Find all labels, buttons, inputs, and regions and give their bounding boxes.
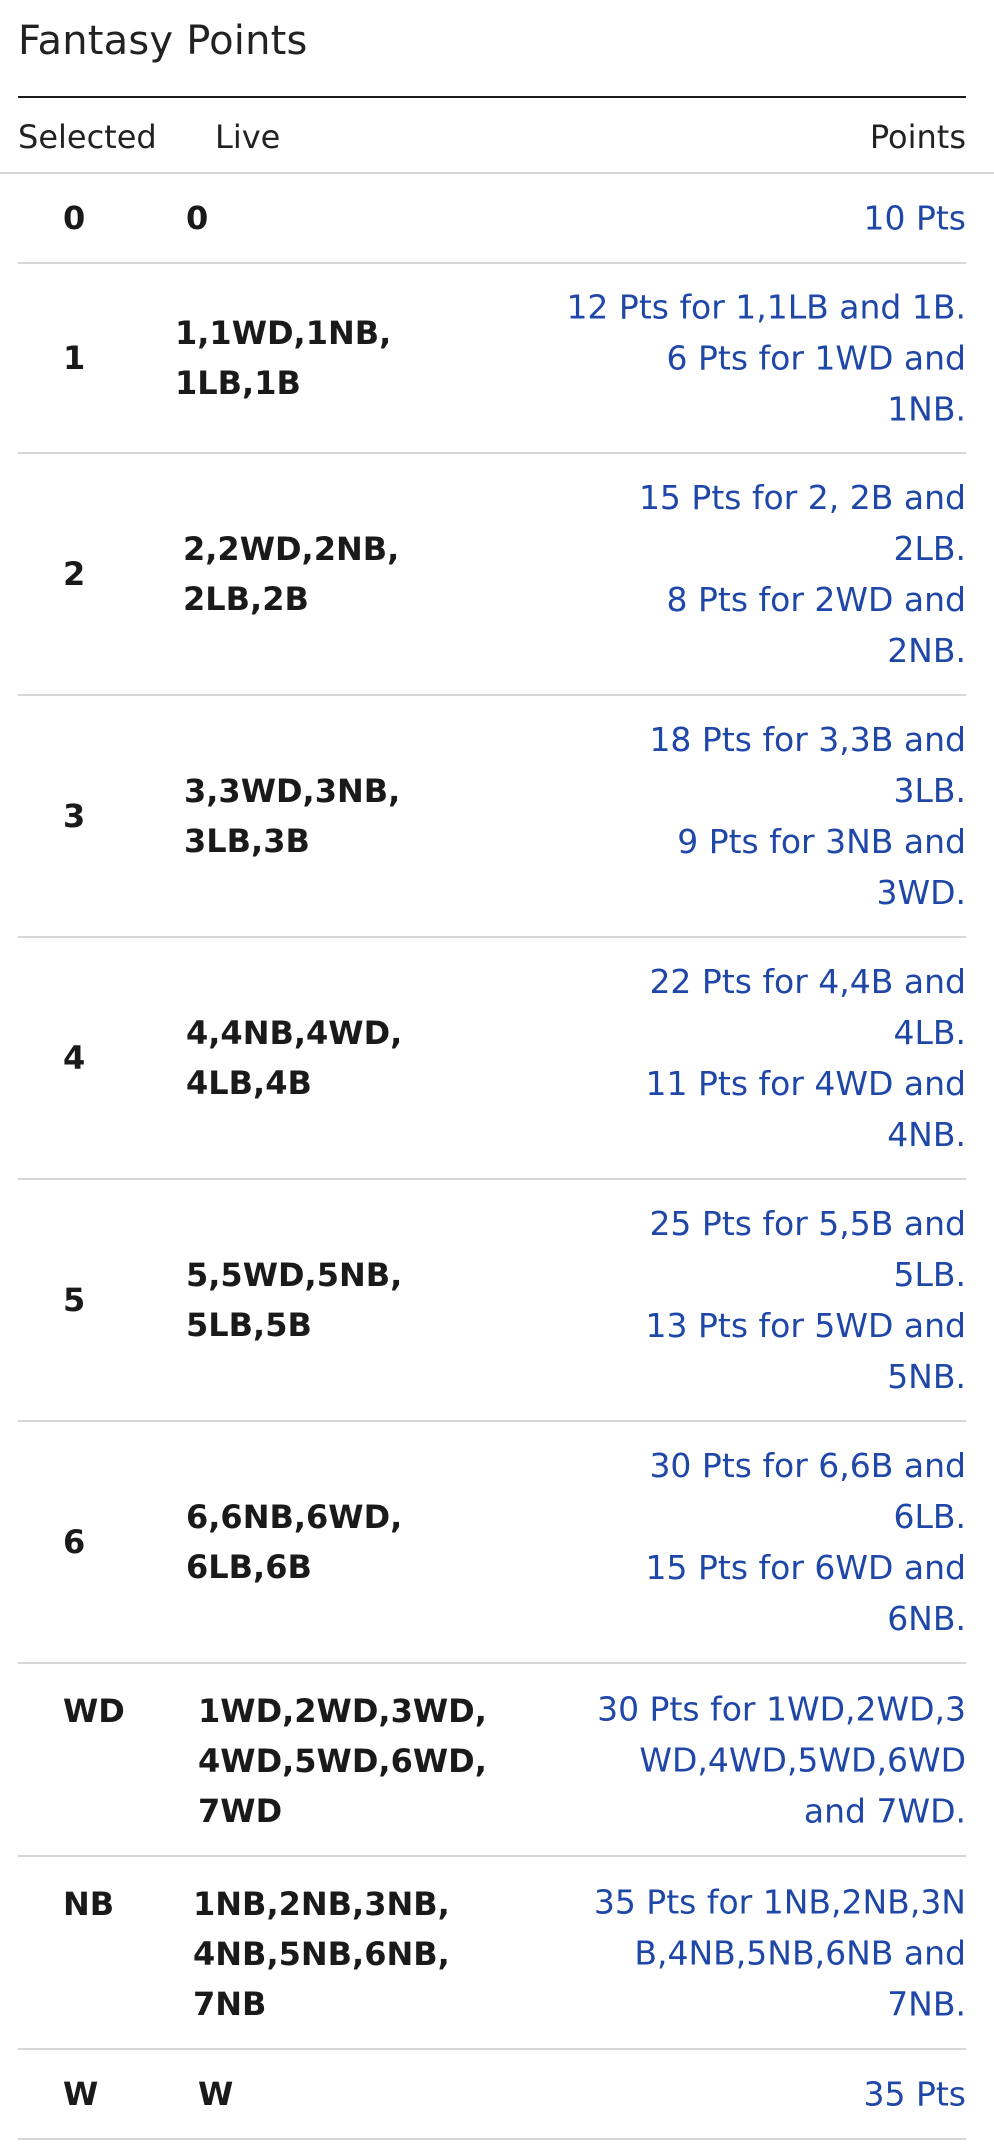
cell-points: 10 Pts	[863, 198, 966, 238]
cell-live: 1WD,2WD,3WD, 4WD,5WD,6WD, 7WD	[198, 1692, 487, 1830]
cell-points: 35 Pts for 1NB,2NB,3N B,4NB,5NB,6NB and …	[593, 1882, 966, 2023]
table-row: 1 1,1WD,1NB, 1LB,1B 12 Pts for 1,1LB and…	[18, 264, 966, 454]
cell-selected: 3	[63, 797, 86, 835]
cell-points: 18 Pts for 3,3B and 3LB. 9 Pts for 3NB a…	[649, 720, 966, 912]
table-row: WD 1WD,2WD,3WD, 4WD,5WD,6WD, 7WD 30 Pts …	[18, 1664, 966, 1857]
table-row: W W 35 Pts	[18, 2050, 966, 2140]
cell-selected: 1	[63, 339, 86, 377]
cell-live: 0	[186, 199, 209, 237]
cell-live: 6,6NB,6WD, 6LB,6B	[186, 1498, 403, 1586]
header-selected: Selected	[18, 118, 157, 156]
cell-live: 1,1WD,1NB, 1LB,1B	[175, 314, 392, 402]
cell-points: 30 Pts for 6,6B and 6LB. 15 Pts for 6WD …	[645, 1446, 966, 1638]
cell-points: 22 Pts for 4,4B and 4LB. 11 Pts for 4WD …	[645, 962, 966, 1154]
cell-selected: 4	[63, 1039, 86, 1077]
cell-selected: 5	[63, 1281, 86, 1319]
cell-live: 3,3WD,3NB, 3LB,3B	[184, 772, 401, 860]
cell-points: 25 Pts for 5,5B and 5LB. 13 Pts for 5WD …	[645, 1204, 966, 1396]
table-header: Selected Live Points	[0, 98, 994, 174]
cell-live: 4,4NB,4WD, 4LB,4B	[186, 1014, 403, 1102]
points-table: 0 0 10 Pts 1 1,1WD,1NB, 1LB,1B 12 Pts fo…	[18, 174, 966, 2140]
cell-points: 15 Pts for 2, 2B and 2LB. 8 Pts for 2WD …	[638, 478, 966, 670]
cell-live: 2,2WD,2NB, 2LB,2B	[183, 530, 400, 618]
cell-points: 30 Pts for 1WD,2WD,3 WD,4WD,5WD,6WD and …	[597, 1689, 966, 1830]
page-title: Fantasy Points	[18, 18, 308, 64]
cell-selected: W	[63, 2075, 99, 2113]
cell-points: 35 Pts	[863, 2074, 966, 2114]
cell-live: W	[198, 2075, 234, 2113]
table-row: 6 6,6NB,6WD, 6LB,6B 30 Pts for 6,6B and …	[18, 1422, 966, 1664]
cell-selected: NB	[63, 1885, 115, 1923]
table-row: 0 0 10 Pts	[18, 174, 966, 264]
header-live: Live	[215, 118, 281, 156]
cell-selected: 6	[63, 1523, 86, 1561]
table-row: 2 2,2WD,2NB, 2LB,2B 15 Pts for 2, 2B and…	[18, 454, 966, 696]
header-points: Points	[869, 118, 966, 156]
table-row: 5 5,5WD,5NB, 5LB,5B 25 Pts for 5,5B and …	[18, 1180, 966, 1422]
table-row: NB 1NB,2NB,3NB, 4NB,5NB,6NB, 7NB 35 Pts …	[18, 1857, 966, 2050]
cell-live: 1NB,2NB,3NB, 4NB,5NB,6NB, 7NB	[193, 1885, 450, 2023]
cell-selected: 2	[63, 555, 86, 593]
cell-points: 12 Pts for 1,1LB and 1B. 6 Pts for 1WD a…	[566, 287, 966, 429]
cell-selected: WD	[63, 1692, 125, 1730]
table-row: 3 3,3WD,3NB, 3LB,3B 18 Pts for 3,3B and …	[18, 696, 966, 938]
table-row: 4 4,4NB,4WD, 4LB,4B 22 Pts for 4,4B and …	[18, 938, 966, 1180]
cell-selected: 0	[63, 199, 86, 237]
cell-live: 5,5WD,5NB, 5LB,5B	[186, 1256, 403, 1344]
